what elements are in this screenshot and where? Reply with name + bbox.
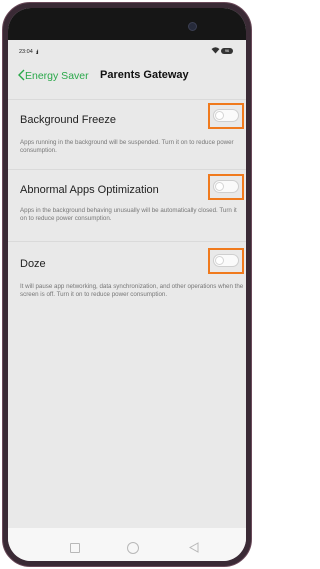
divider — [8, 99, 246, 100]
background-freeze-toggle[interactable] — [213, 109, 239, 122]
front-camera-icon — [188, 22, 197, 31]
screen: 23:04 ᎓ıl 96 Energy Saver Parents Gatewa… — [8, 8, 246, 561]
setting-label: Doze — [20, 258, 46, 270]
recents-square-icon[interactable] — [70, 543, 80, 553]
home-circle-icon[interactable] — [127, 542, 139, 554]
wifi-icon — [211, 47, 220, 54]
back-triangle-icon[interactable] — [189, 542, 199, 553]
status-bar: 23:04 ᎓ıl 96 — [8, 42, 246, 56]
page-title: Parents Gateway — [100, 69, 189, 81]
setting-description: It will pause app networking, data synch… — [20, 283, 244, 298]
toggle-knob — [215, 182, 224, 191]
abnormal-apps-optimization-toggle[interactable] — [213, 180, 239, 193]
setting-description: Apps running in the background will be s… — [20, 139, 234, 154]
status-time: 23:04 — [19, 49, 33, 55]
divider — [8, 169, 246, 170]
signal-icon: ᎓ıl — [36, 50, 39, 56]
toggle-knob — [215, 256, 224, 265]
navigation-bar: Energy Saver Parents Gateway — [8, 63, 246, 89]
doze-toggle[interactable] — [213, 254, 239, 267]
setting-description: Apps in the background behaving unusuall… — [20, 207, 237, 222]
battery-icon: 96 — [221, 48, 233, 54]
system-nav-bar — [8, 528, 246, 561]
setting-label: Abnormal Apps Optimization — [20, 184, 159, 196]
back-chevron-icon[interactable] — [18, 69, 25, 81]
phone-frame: 23:04 ᎓ıl 96 Energy Saver Parents Gatewa… — [2, 2, 252, 567]
notch-bar — [8, 8, 246, 40]
toggle-knob — [215, 111, 224, 120]
back-button[interactable]: Energy Saver — [25, 70, 89, 82]
setting-label: Background Freeze — [20, 114, 116, 126]
divider — [8, 241, 246, 242]
